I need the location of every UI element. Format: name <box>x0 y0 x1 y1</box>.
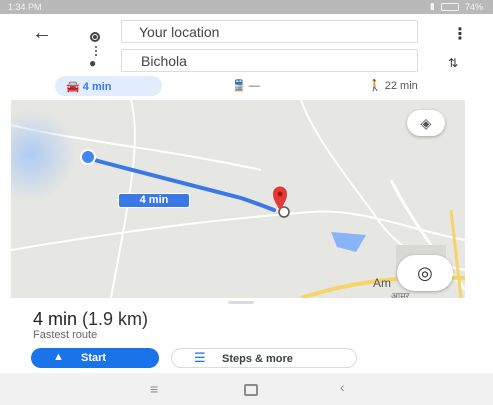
signal-icon: ▮ <box>430 1 435 11</box>
route-time-label[interactable]: 4 min <box>118 193 190 208</box>
map-place-label-local: आमुर <box>391 291 410 298</box>
mode-drive-label: 4 min <box>82 81 112 93</box>
train-icon: 🚆 <box>232 80 246 92</box>
map-view[interactable]: ◈ 4 min ◎ Am आमुर <box>11 100 465 298</box>
vehicle-icon <box>80 149 96 165</box>
route-duration: 4 min (1.9 km) <box>33 309 148 330</box>
list-icon: ☰ <box>194 350 206 365</box>
start-button[interactable]: ▲ Start <box>31 348 159 368</box>
map-road <box>11 210 465 251</box>
navigation-icon: ▲ <box>53 351 64 363</box>
map-location-glow <box>11 110 76 200</box>
battery-text: 74% <box>464 1 483 12</box>
destination-field[interactable]: Bichola <box>121 49 418 72</box>
route-duration-value: 4 min <box>33 309 78 329</box>
system-nav-bar: ≡ ‹ <box>0 373 493 405</box>
start-button-label: Start <box>81 352 107 364</box>
car-icon: 🚘 <box>66 81 80 93</box>
map-road-major <box>449 209 463 298</box>
home-icon[interactable] <box>244 384 258 396</box>
mode-transit-label: — <box>248 80 260 92</box>
menu-icon[interactable]: ≡ <box>150 381 158 397</box>
route-summary-sheet: 4 min (1.9 km) Fastest route ▲ Start ☰ S… <box>11 298 465 373</box>
route-description: Fastest route <box>33 329 98 341</box>
red-pin-center <box>277 191 283 197</box>
walk-icon: 🚶 <box>368 80 382 92</box>
status-bar: 1:34 PM ▮ 74% <box>0 0 493 14</box>
mode-drive[interactable]: 🚘 4 min <box>55 76 162 96</box>
route-dots-icon <box>95 46 97 56</box>
more-vert-icon[interactable]: ⋮ <box>452 24 468 44</box>
mode-transit[interactable]: 🚆 — <box>232 79 260 92</box>
battery-icon <box>440 2 459 11</box>
place-pin-icon: ● <box>89 56 97 70</box>
layers-icon[interactable]: ◈ <box>407 110 445 136</box>
my-location-icon[interactable]: ◎ <box>397 255 453 291</box>
map-water <box>331 232 366 252</box>
travel-mode-bar: 🚘 4 min 🚆 — 🚶 22 min <box>0 76 493 98</box>
swap-icon[interactable]: ⇅ <box>448 56 458 70</box>
directions-header: ← ● Your location Bichola ⋮ ⇅ 🚘 4 min 🚆 … <box>0 14 493 100</box>
status-icons: ▮ 74% <box>430 1 483 12</box>
mode-walk[interactable]: 🚶 22 min <box>368 79 418 92</box>
route-distance: (1.9 km) <box>82 309 149 329</box>
steps-more-button[interactable]: ☰ Steps & more <box>171 348 357 368</box>
mode-walk-label: 22 min <box>384 80 418 92</box>
status-time: 1:34 PM <box>8 2 42 12</box>
origin-dot-icon <box>90 32 100 42</box>
sheet-drag-handle[interactable] <box>228 301 254 304</box>
steps-button-label: Steps & more <box>222 353 293 365</box>
map-place-label: Am <box>373 276 391 290</box>
arrow-left-icon[interactable]: ← <box>32 22 52 45</box>
origin-field[interactable]: Your location <box>121 20 418 43</box>
back-icon[interactable]: ‹ <box>340 379 345 395</box>
